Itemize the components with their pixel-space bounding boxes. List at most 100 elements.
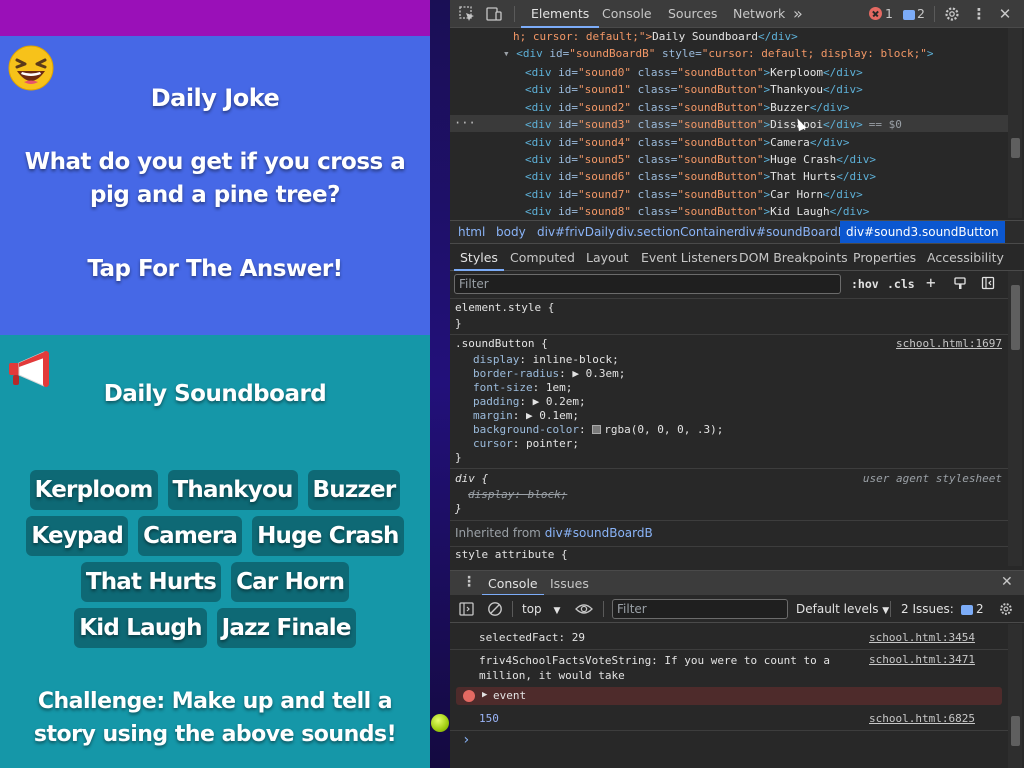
drawer-tab-issues[interactable]: Issues	[550, 571, 589, 596]
ua-div-selector[interactable]: div {	[455, 472, 488, 486]
css-property-value[interactable]: inline-block;	[533, 353, 619, 366]
css-property-value[interactable]: ▶ 0.3em;	[572, 367, 625, 380]
drawer-tab-console[interactable]: Console	[482, 571, 544, 596]
paint-bucket-icon[interactable]	[953, 276, 967, 290]
dom-node-soundboard-title[interactable]: h; cursor: default;">Daily Soundboard</d…	[513, 28, 798, 45]
collapse-triangle-icon[interactable]: ▾	[503, 47, 510, 60]
tab-elements[interactable]: Elements	[520, 0, 600, 28]
css-property-display[interactable]: display: inline-block;	[473, 353, 619, 367]
dom-node-sound-button[interactable]: <div id="sound5" class="soundButton">Hug…	[525, 151, 876, 168]
message-count[interactable]: 2	[917, 0, 925, 28]
dom-node-actions[interactable]: ···	[454, 116, 476, 130]
css-property-value[interactable]: ▶ 0.2em;	[533, 395, 586, 408]
sound-button-jazz-finale[interactable]: Jazz Finale	[216, 608, 356, 648]
new-style-rule-icon[interactable]: +	[926, 273, 936, 292]
breadcrumb-sectioncontainer[interactable]: div.sectionContainer	[616, 221, 739, 243]
breadcrumb-body[interactable]: body	[496, 221, 526, 243]
console-settings-gear-icon[interactable]	[998, 601, 1014, 617]
css-property-margin[interactable]: margin: ▶ 0.1em;	[473, 409, 579, 423]
element-style-selector[interactable]: element.style {	[455, 301, 554, 315]
dom-node-sound-button[interactable]: <div id="sound0" class="soundButton">Ker…	[525, 64, 863, 81]
dom-node-sound-button[interactable]: <div id="sound3" class="soundButton">Dis…	[525, 116, 902, 133]
console-prompt-icon[interactable]: ›	[462, 732, 470, 748]
tab-properties[interactable]: Properties	[853, 244, 916, 271]
dom-node-sound-button[interactable]: <div id="sound8" class="soundButton">Kid…	[525, 203, 869, 218]
styles-scrollbar-thumb[interactable]	[1011, 285, 1020, 350]
sound-button-keypad[interactable]: Keypad	[26, 516, 129, 556]
ua-display-prop[interactable]: display: block;	[468, 488, 567, 502]
dom-node-sound-button[interactable]: <div id="sound2" class="soundButton">Buz…	[525, 99, 850, 116]
sound-button-huge-crash[interactable]: Huge Crash	[252, 516, 404, 556]
log-source-link[interactable]: school.html:3454	[869, 631, 975, 644]
issues-counter[interactable]: 2 Issues:	[901, 602, 954, 616]
inherited-from-link[interactable]: div#soundBoardB	[545, 526, 653, 540]
log-levels-select[interactable]: Default levels ▼	[796, 602, 889, 616]
tab-styles[interactable]: Styles	[454, 244, 504, 271]
breadcrumb-sound3[interactable]: div#sound3.soundButton	[840, 221, 1005, 243]
error-badge-icon[interactable]	[869, 7, 882, 20]
more-options-icon[interactable]: ⋮	[970, 5, 988, 23]
css-property-value[interactable]: rgba(0, 0, 0, .3);	[604, 423, 723, 436]
context-select[interactable]: top ▼	[522, 602, 560, 616]
tab-console[interactable]: Console	[602, 0, 652, 28]
sound-button-thankyou[interactable]: Thankyou	[167, 470, 298, 510]
sound-button-kerploom[interactable]: Kerploom	[29, 470, 158, 510]
tab-accessibility[interactable]: Accessibility	[927, 244, 1004, 271]
css-property-value[interactable]: ▶ 0.1em;	[526, 409, 579, 422]
class-toggle[interactable]: .cls	[887, 277, 915, 291]
more-tabs-icon[interactable]: »	[793, 0, 803, 28]
close-devtools-icon[interactable]: ✕	[996, 5, 1014, 23]
console-scrollbar-thumb[interactable]	[1011, 716, 1020, 746]
styles-scrollbar[interactable]	[1008, 271, 1022, 566]
css-property-border-radius[interactable]: border-radius: ▶ 0.3em;	[473, 367, 625, 381]
clear-console-icon[interactable]	[487, 601, 503, 617]
settings-gear-icon[interactable]	[943, 5, 961, 23]
tab-sources[interactable]: Sources	[668, 0, 717, 28]
tab-dom-breakpoints[interactable]: DOM Breakpoints	[739, 244, 848, 271]
css-property-font-size[interactable]: font-size: 1em;	[473, 381, 572, 395]
css-property-cursor[interactable]: cursor: pointer;	[473, 437, 579, 451]
console-filter-field[interactable]	[612, 599, 788, 619]
dom-scrollbar-thumb[interactable]	[1011, 138, 1020, 158]
breadcrumb-soundboardb[interactable]: div#soundBoardB	[738, 221, 846, 243]
daily-joke-section[interactable]: Daily Joke What do you get if you cross …	[0, 36, 430, 335]
breadcrumb-html[interactable]: html	[458, 221, 485, 243]
console-scrollbar[interactable]	[1008, 624, 1022, 768]
expand-triangle-icon[interactable]: ▶	[482, 690, 487, 700]
live-expression-eye-icon[interactable]	[575, 602, 593, 616]
color-swatch-icon[interactable]	[592, 425, 602, 434]
sound-button-camera[interactable]: Camera	[138, 516, 243, 556]
message-badge-icon[interactable]	[903, 10, 915, 20]
css-property-value[interactable]: pointer;	[526, 437, 579, 450]
sound-button-car-horn[interactable]: Car Horn	[231, 562, 350, 602]
styles-filter-field[interactable]	[454, 274, 841, 294]
dom-node-soundboardb[interactable]: ▾ <div id="soundBoardB" style="cursor: d…	[503, 45, 934, 62]
sound-button-kid-laugh[interactable]: Kid Laugh	[74, 608, 207, 648]
css-property-value[interactable]: 1em;	[546, 381, 573, 394]
show-sidebar-icon[interactable]	[459, 602, 474, 616]
close-drawer-icon[interactable]: ✕	[1001, 574, 1013, 590]
tap-for-answer[interactable]: Tap For The Answer!	[0, 256, 430, 282]
style-attribute-selector[interactable]: style attribute {	[455, 548, 568, 562]
console-filter-input[interactable]	[613, 600, 787, 618]
hover-state-toggle[interactable]: :hov	[851, 277, 879, 291]
drawer-menu-icon[interactable]: ⋮	[462, 574, 476, 590]
error-row[interactable]	[456, 687, 1002, 705]
error-count[interactable]: 1	[885, 0, 893, 28]
soundbutton-selector[interactable]: .soundButton {	[455, 337, 548, 351]
css-property-background-color[interactable]: background-color: rgba(0, 0, 0, .3);	[473, 423, 723, 437]
log-source-link[interactable]: school.html:3471	[869, 653, 975, 666]
tab-computed[interactable]: Computed	[510, 244, 575, 271]
tab-layout[interactable]: Layout	[586, 244, 629, 271]
device-toolbar-icon[interactable]	[485, 5, 503, 23]
breadcrumb-frivdaily[interactable]: div#frivDaily	[537, 221, 615, 243]
inspect-element-icon[interactable]	[458, 5, 476, 23]
dom-scrollbar[interactable]	[1008, 28, 1022, 218]
dom-node-sound-button[interactable]: <div id="sound7" class="soundButton">Car…	[525, 186, 863, 203]
sound-button-buzzer[interactable]: Buzzer	[307, 470, 401, 510]
toggle-sidebar-icon[interactable]	[981, 276, 995, 290]
log-source-link[interactable]: school.html:6825	[869, 712, 975, 725]
styles-filter-input[interactable]	[455, 275, 840, 293]
dom-node-sound-button[interactable]: <div id="sound4" class="soundButton">Cam…	[525, 134, 850, 151]
dom-node-sound-button[interactable]: <div id="sound6" class="soundButton">Tha…	[525, 168, 876, 185]
